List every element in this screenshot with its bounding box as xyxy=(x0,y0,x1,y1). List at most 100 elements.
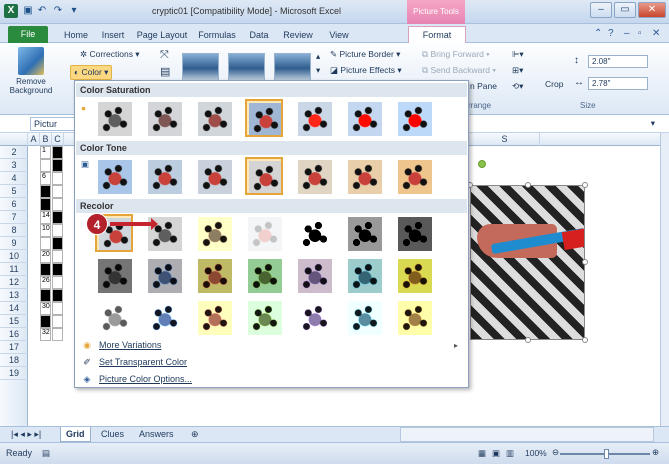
grid-cell[interactable] xyxy=(52,172,63,185)
window-minimize-icon[interactable]: – xyxy=(624,28,630,39)
row-header[interactable]: 12 xyxy=(0,276,28,289)
tab-view[interactable]: View xyxy=(322,27,356,43)
row-header[interactable]: 14 xyxy=(0,302,28,315)
grid-cell-black[interactable] xyxy=(52,289,63,302)
page-layout-view-icon[interactable]: ▣ xyxy=(492,448,500,459)
tone-8800k[interactable] xyxy=(345,157,383,195)
grid-cell[interactable]: 20 xyxy=(40,250,51,263)
set-transparent-color-item[interactable]: ✐ Set Transparent Color xyxy=(81,357,187,368)
height-field[interactable]: 2.08" xyxy=(588,55,648,68)
expand-formula-bar-icon[interactable]: ▾ xyxy=(651,118,655,129)
remove-background-button[interactable]: Remove Background xyxy=(6,47,56,95)
column-header-s[interactable]: S xyxy=(470,133,540,146)
grid-cell-black[interactable] xyxy=(52,263,63,276)
excel-logo-icon[interactable]: X xyxy=(4,4,18,18)
select-all-corner[interactable] xyxy=(0,133,28,146)
grid-cell[interactable]: 6 xyxy=(40,172,51,185)
recolor-dark-teal[interactable] xyxy=(345,256,383,294)
recolor-dark-purple[interactable] xyxy=(295,256,333,294)
saturation-66[interactable] xyxy=(195,99,233,137)
rotation-handle[interactable] xyxy=(478,160,486,168)
picture-color-options-item[interactable]: ◈ Picture Color Options... xyxy=(81,374,193,385)
grid-cell[interactable] xyxy=(40,159,51,172)
grid-cell[interactable] xyxy=(52,276,63,289)
zoom-in-icon[interactable]: ⊕ xyxy=(652,447,659,458)
minimize-button[interactable]: – xyxy=(590,2,612,18)
row-header[interactable]: 6 xyxy=(0,198,28,211)
recolor-light-1[interactable] xyxy=(95,298,133,336)
row-header[interactable]: 3 xyxy=(0,159,28,172)
tone-5300k[interactable] xyxy=(145,157,183,195)
grid-cell[interactable] xyxy=(52,185,63,198)
grid-cell-black[interactable] xyxy=(52,211,63,224)
grid-cell[interactable] xyxy=(52,328,63,341)
grid-cell[interactable] xyxy=(52,224,63,237)
grid-cell[interactable] xyxy=(40,237,51,250)
name-box[interactable]: Pictur xyxy=(30,117,80,131)
row-header[interactable]: 10 xyxy=(0,250,28,263)
change-picture-icon[interactable]: ▤ xyxy=(160,65,170,78)
qat-customize-icon[interactable]: ▾ xyxy=(68,5,80,17)
ribbon-minimize-icon[interactable]: ⌃ xyxy=(594,28,602,39)
tab-insert[interactable]: Insert xyxy=(96,27,130,43)
grid-cell-black[interactable] xyxy=(40,198,51,211)
resize-handle[interactable] xyxy=(582,337,588,343)
send-backward-button[interactable]: ⧉ Send Backward ▾ xyxy=(422,65,496,76)
recolor-washout[interactable] xyxy=(245,214,283,252)
tone-6500k[interactable] xyxy=(245,157,283,195)
redo-icon[interactable]: ↷ xyxy=(52,5,64,17)
row-header[interactable]: 17 xyxy=(0,341,28,354)
saturation-200[interactable] xyxy=(295,99,333,137)
styles-scroll-down-icon[interactable]: ▾ xyxy=(316,65,320,76)
selection-pane-button[interactable]: n Pane xyxy=(470,81,497,91)
compress-pictures-icon[interactable]: ⤧ xyxy=(160,49,169,62)
tab-home[interactable]: Home xyxy=(58,27,94,43)
tab-format[interactable]: Format xyxy=(408,26,466,44)
saturation-300[interactable] xyxy=(345,99,383,137)
grid-cell-black[interactable] xyxy=(40,263,51,276)
tab-page-layout[interactable]: Page Layout xyxy=(134,27,190,43)
row-header[interactable]: 15 xyxy=(0,315,28,328)
horizontal-scrollbar[interactable] xyxy=(400,427,654,442)
page-break-view-icon[interactable]: ▥ xyxy=(506,448,514,459)
row-header[interactable]: 2 xyxy=(0,146,28,159)
crop-button[interactable]: Crop xyxy=(545,79,563,89)
grid-cell-black[interactable] xyxy=(40,315,51,328)
tone-11200k[interactable] xyxy=(395,157,433,195)
selected-picture[interactable] xyxy=(470,185,585,340)
row-header[interactable]: 13 xyxy=(0,289,28,302)
grid-cell-black[interactable] xyxy=(52,237,63,250)
saturation-0[interactable] xyxy=(95,99,133,137)
row-header[interactable]: 8 xyxy=(0,224,28,237)
resize-handle[interactable] xyxy=(582,259,588,265)
grid-cell[interactable]: 26 xyxy=(40,276,51,289)
column-header-b[interactable]: B xyxy=(40,133,52,146)
saturation-400[interactable] xyxy=(395,99,433,137)
grid-cell[interactable] xyxy=(52,315,63,328)
tone-4700k[interactable] xyxy=(95,157,133,195)
window-close-icon[interactable]: ✕ xyxy=(652,28,660,39)
row-header[interactable]: 9 xyxy=(0,237,28,250)
zoom-slider-thumb[interactable] xyxy=(604,449,609,459)
tab-formulas[interactable]: Formulas xyxy=(194,27,240,43)
grid-cell[interactable]: 10 xyxy=(40,224,51,237)
resize-handle[interactable] xyxy=(525,337,531,343)
insert-sheet-icon[interactable]: ⊕ xyxy=(186,427,204,442)
recolor-dark-blue[interactable] xyxy=(145,256,183,294)
recolor-bw-25[interactable] xyxy=(295,214,333,252)
group-icon[interactable]: ⊞▾ xyxy=(512,65,523,76)
corrections-button[interactable]: ✲ Corrections ▾ xyxy=(80,49,140,60)
grid-cell-black[interactable] xyxy=(40,185,51,198)
recolor-sepia[interactable] xyxy=(195,214,233,252)
picture-style-2[interactable] xyxy=(228,53,265,81)
recolor-dark-1[interactable] xyxy=(95,256,133,294)
sheet-tab-clues[interactable]: Clues xyxy=(96,427,129,442)
restore-button[interactable]: ▭ xyxy=(614,2,636,18)
rotate-icon[interactable]: ⟲▾ xyxy=(512,81,523,92)
more-variations-item[interactable]: ◉ More Variations xyxy=(81,340,161,351)
align-icon[interactable]: ⊫▾ xyxy=(512,49,524,60)
row-header[interactable]: 11 xyxy=(0,263,28,276)
recolor-light-red[interactable] xyxy=(195,298,233,336)
recolor-light-purple[interactable] xyxy=(295,298,333,336)
recolor-dark-green[interactable] xyxy=(245,256,283,294)
